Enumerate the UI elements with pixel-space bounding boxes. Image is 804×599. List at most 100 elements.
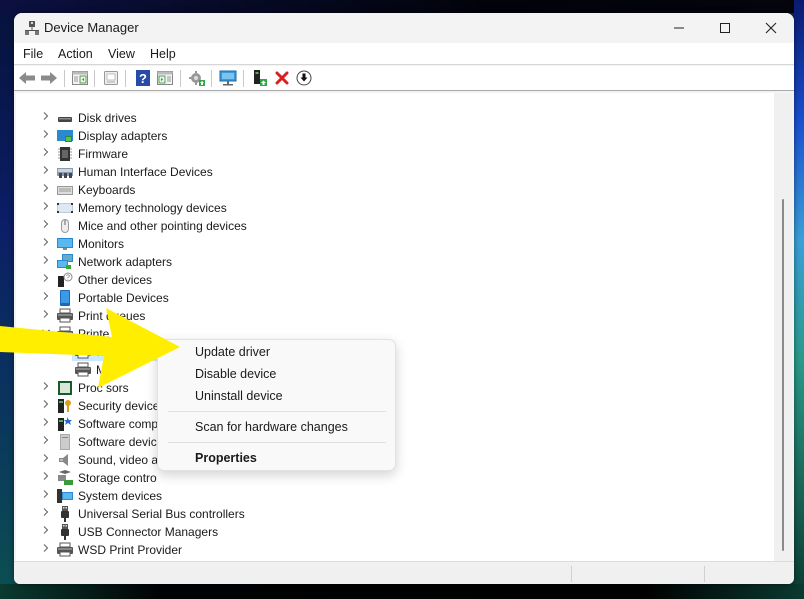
menu-help[interactable]: Help <box>150 47 176 61</box>
chevron-right-icon[interactable] <box>40 255 52 269</box>
chevron-right-icon[interactable] <box>40 543 52 557</box>
menu-file[interactable]: File <box>23 47 43 61</box>
tree-category[interactable]: Storage contro <box>16 469 756 487</box>
minimize-button[interactable] <box>656 13 702 43</box>
chevron-right-icon[interactable] <box>40 129 52 143</box>
menu-view[interactable]: View <box>108 47 135 61</box>
chevron-right-icon[interactable] <box>40 507 52 521</box>
tree-category[interactable]: Portable Devices <box>16 289 756 307</box>
tree-item-label: Print queues <box>78 309 146 323</box>
tree-category[interactable]: WSD Print Provider <box>16 541 756 559</box>
vertical-scrollbar[interactable] <box>774 93 792 561</box>
usb-icon <box>57 524 73 540</box>
enable-device-button[interactable] <box>251 69 269 87</box>
chevron-right-icon[interactable] <box>40 147 52 161</box>
tree-category[interactable]: Human Interface Devices <box>16 163 756 181</box>
chevron-right-icon[interactable] <box>40 453 52 467</box>
forward-arrow-icon <box>41 72 57 84</box>
chevron-right-icon[interactable] <box>40 399 52 413</box>
chevron-down-icon[interactable] <box>40 327 52 341</box>
tree-item-label: Sound, video a <box>78 453 159 467</box>
chevron-right-icon[interactable] <box>40 309 52 323</box>
tree-item-label: Proc sors <box>78 381 129 395</box>
sound-icon <box>57 452 73 468</box>
printer-icon <box>57 326 73 342</box>
tree-category[interactable]: Monitors <box>16 235 756 253</box>
properties-icon <box>104 71 118 85</box>
title-bar[interactable]: Device Manager <box>14 13 794 43</box>
tree-category[interactable]: Universal Serial Bus controllers <box>16 505 756 523</box>
menu-item-uninstall-device[interactable]: Uninstall device <box>195 389 283 403</box>
security-icon <box>57 398 73 414</box>
tree-category[interactable]: Print queues <box>16 307 756 325</box>
tree-category[interactable]: Mice and other pointing devices <box>16 217 756 235</box>
disable-device-icon <box>296 70 312 86</box>
chevron-right-icon[interactable] <box>40 435 52 449</box>
chevron-right-icon[interactable] <box>40 489 52 503</box>
scrollbar-thumb[interactable] <box>782 199 784 551</box>
tree-category[interactable]: Memory technology devices <box>16 199 756 217</box>
tree-item-label: Security device <box>78 399 160 413</box>
tree-category[interactable]: Firmware <box>16 145 756 163</box>
hid-icon <box>57 164 73 180</box>
desktop-background-right <box>794 0 804 599</box>
tree-item-label: Memory technology devices <box>78 201 227 215</box>
printer-icon <box>57 542 73 558</box>
menu-separator <box>168 411 386 412</box>
chevron-right-icon[interactable] <box>40 219 52 233</box>
disk-drive-icon <box>57 110 73 126</box>
action-pane-button[interactable] <box>156 69 174 87</box>
menu-item-update-driver[interactable]: Update driver <box>195 345 270 359</box>
chevron-right-icon[interactable] <box>40 291 52 305</box>
chevron-right-icon[interactable] <box>40 417 52 431</box>
menu-item-scan-hardware[interactable]: Scan for hardware changes <box>195 420 348 434</box>
uninstall-device-button[interactable] <box>273 69 291 87</box>
toolbar-separator <box>64 70 65 87</box>
tree-item-label: Software devic <box>78 435 157 449</box>
disable-device-button[interactable] <box>295 69 313 87</box>
chevron-right-icon[interactable] <box>40 165 52 179</box>
tree-item-label: Other devices <box>78 273 153 287</box>
menu-item-disable-device[interactable]: Disable device <box>195 367 276 381</box>
minimize-icon <box>674 27 684 29</box>
tree-category[interactable]: Disk drives <box>16 109 756 127</box>
menu-item-properties[interactable]: Properties <box>195 451 257 465</box>
forward-button[interactable] <box>40 69 58 87</box>
close-button[interactable] <box>748 13 794 43</box>
mouse-icon <box>57 218 73 234</box>
tree-category[interactable]: Keyboards <box>16 181 756 199</box>
tree-category[interactable]: Network adapters <box>16 253 756 271</box>
update-driver-button[interactable] <box>188 69 206 87</box>
tree-category[interactable]: USB Connector Managers <box>16 523 756 541</box>
tree-category[interactable]: ? Other devices <box>16 271 756 289</box>
context-menu: Update driver Disable device Uninstall d… <box>157 339 396 471</box>
tree-category[interactable]: Display adapters <box>16 127 756 145</box>
close-icon <box>765 22 777 34</box>
scan-hardware-button[interactable] <box>219 69 237 87</box>
memory-icon <box>57 200 73 216</box>
toolbar-separator <box>94 70 95 87</box>
tree-item-label: Keyboards <box>78 183 136 197</box>
menu-action[interactable]: Action <box>58 47 93 61</box>
chevron-right-icon[interactable] <box>40 237 52 251</box>
chevron-right-icon[interactable] <box>40 273 52 287</box>
keyboard-icon <box>57 182 73 198</box>
chevron-right-icon[interactable] <box>40 471 52 485</box>
desktop-background-top <box>0 0 804 13</box>
maximize-icon <box>720 23 730 33</box>
properties-button[interactable] <box>102 69 120 87</box>
chevron-right-icon[interactable] <box>40 201 52 215</box>
chevron-right-icon[interactable] <box>40 111 52 125</box>
maximize-button[interactable] <box>702 13 748 43</box>
chevron-right-icon[interactable] <box>40 183 52 197</box>
tree-category[interactable]: System devices <box>16 487 756 505</box>
storage-icon <box>57 470 73 486</box>
chevron-right-icon[interactable] <box>40 525 52 539</box>
chevron-right-icon[interactable] <box>40 381 52 395</box>
tree-item-label: Storage contro <box>78 471 157 485</box>
tree-item-label: USB Connector Managers <box>78 525 219 539</box>
network-icon <box>57 254 73 270</box>
help-button[interactable]: ? <box>134 69 152 87</box>
console-tree-button[interactable] <box>71 69 89 87</box>
back-button[interactable] <box>18 69 36 87</box>
